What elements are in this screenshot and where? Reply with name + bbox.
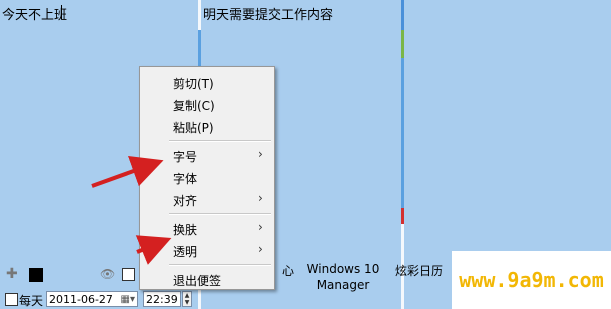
annotation-arrow xyxy=(91,156,164,188)
annotation-layer xyxy=(91,156,172,265)
annotation-arrow xyxy=(135,235,172,265)
